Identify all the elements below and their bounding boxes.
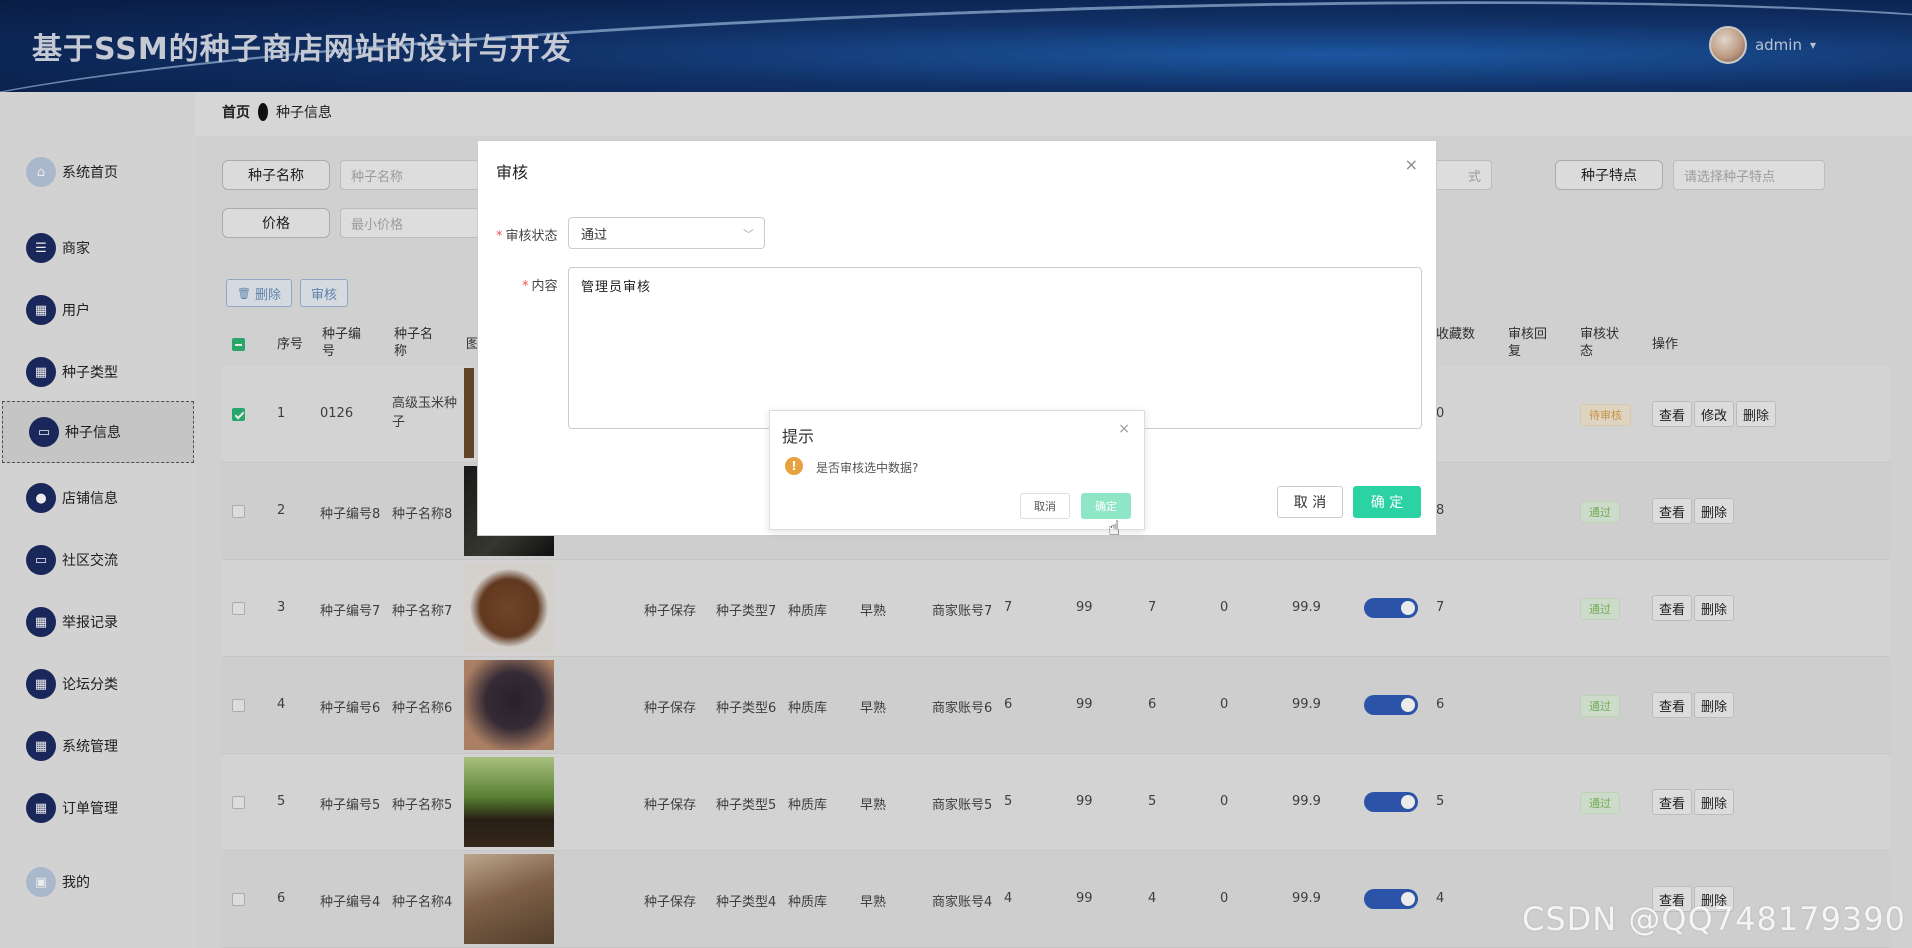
confirm-ok-button[interactable]: 确定 (1081, 493, 1131, 519)
required-mark: * (496, 229, 503, 244)
confirm-cancel-button[interactable]: 取消 (1020, 493, 1070, 519)
review-status-select[interactable]: 通过 ﹀ (568, 217, 765, 249)
status-field-label: * 审核状态 (496, 225, 558, 244)
dialog-confirm-button[interactable]: 确 定 (1353, 486, 1421, 518)
chevron-down-icon: ﹀ (743, 228, 754, 241)
watermark: CSDN @QQ748179390 (1521, 900, 1906, 938)
content-textarea[interactable]: 管理员审核 (568, 267, 1422, 429)
status-label-text: 审核状态 (505, 229, 558, 244)
hand-cursor-icon: ☝ (1108, 516, 1121, 540)
confirm-title: 提示 (782, 427, 815, 446)
content-label-text: 内容 (531, 279, 558, 294)
close-icon[interactable]: × (1405, 155, 1418, 174)
warning-icon: ! (785, 457, 803, 475)
review-status-value: 通过 (581, 227, 608, 243)
confirm-messagebox: 提示 × ! 是否审核选中数据? 取消 确定 (769, 410, 1145, 530)
required-mark: * (522, 279, 529, 294)
confirm-message: 是否审核选中数据? (816, 461, 919, 475)
dialog-cancel-button[interactable]: 取 消 (1277, 486, 1343, 518)
content-field-label: * 内容 (522, 275, 558, 294)
dialog-title: 审核 (496, 163, 529, 182)
close-icon[interactable]: × (1118, 421, 1130, 437)
